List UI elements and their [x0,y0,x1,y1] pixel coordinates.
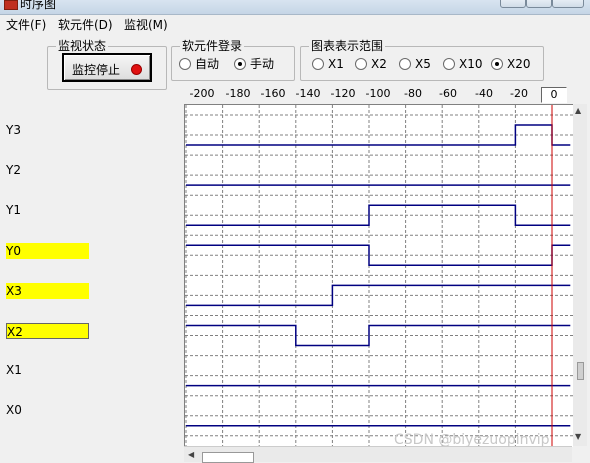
timing-chart-svg [185,105,573,447]
range-title: 图表表示范围 [309,39,386,53]
window-title: 时序图 [20,0,57,11]
vertical-scroll-thumb[interactable] [577,362,584,380]
axis-tick: -100 [365,87,391,100]
radio-x5-label: X5 [415,57,431,71]
axis-tick: -20 [510,87,528,100]
radio-x20-dot [491,58,503,70]
radio-manual-dot [234,58,246,70]
monitor-stop-label: 监控停止 [72,63,121,77]
scroll-up-icon[interactable]: ▲ [575,106,581,115]
vertical-scrollbar[interactable]: ▲ ▼ [573,104,587,446]
menu-device[interactable]: 软元件(D) [58,16,113,33]
title-bar: 时序图 [0,0,590,15]
menu-bar: 文件(F) 软元件(D) 监视(M) [0,14,590,34]
signal-label-x0[interactable]: X0 [6,402,22,418]
close-button[interactable] [552,0,584,8]
signal-label-y0[interactable]: Y0 [6,243,89,259]
axis-tick: -60 [439,87,457,100]
menu-monitor[interactable]: 监视(M) [124,16,168,33]
status-led-icon [131,64,142,75]
radio-x10-dot [443,58,455,70]
radio-x2-dot [355,58,367,70]
axis-tick: -80 [404,87,422,100]
radio-auto-label: 自动 [195,57,220,71]
scroll-left-icon[interactable]: ◀ [188,450,194,459]
radio-auto-dot [179,58,191,70]
watermark: CSDN @biyezuopinvip [394,432,550,448]
radio-x5-dot [399,58,411,70]
timing-chart[interactable] [184,104,573,447]
signal-label-x2[interactable]: X2 [6,323,89,339]
signal-label-y2[interactable]: Y2 [6,162,21,178]
minimize-button[interactable] [500,0,526,8]
signal-label-y1[interactable]: Y1 [6,202,21,218]
radio-x1-label: X1 [328,57,344,71]
radio-manual-label: 手动 [250,57,275,71]
axis-tick: -40 [475,87,493,100]
axis-tick: -120 [330,87,356,100]
monitor-stop-button[interactable]: 监控停止 [62,53,152,82]
radio-x1-dot [312,58,324,70]
horizontal-scrollbar[interactable]: ◀ [184,446,572,463]
signal-label-x1[interactable]: X1 [6,362,22,378]
app-icon [4,0,18,10]
scroll-down-icon[interactable]: ▼ [575,432,581,441]
radio-x20-label: X20 [507,57,531,71]
signal-label-x3[interactable]: X3 [6,283,89,299]
axis-tick: -200 [189,87,215,100]
monitor-status-title: 监视状态 [56,39,109,53]
horizontal-scroll-thumb[interactable] [202,452,254,463]
device-entry-title: 软元件登录 [180,39,245,53]
axis-tick: -160 [260,87,286,100]
axis-tick: -180 [225,87,251,100]
axis-tick: -140 [295,87,321,100]
maximize-button[interactable] [526,0,552,8]
menu-file[interactable]: 文件(F) [6,16,46,33]
signal-label-y3[interactable]: Y3 [6,122,21,138]
radio-x10-label: X10 [459,57,483,71]
current-time-field[interactable]: 0 [541,87,567,103]
radio-x2-label: X2 [371,57,387,71]
